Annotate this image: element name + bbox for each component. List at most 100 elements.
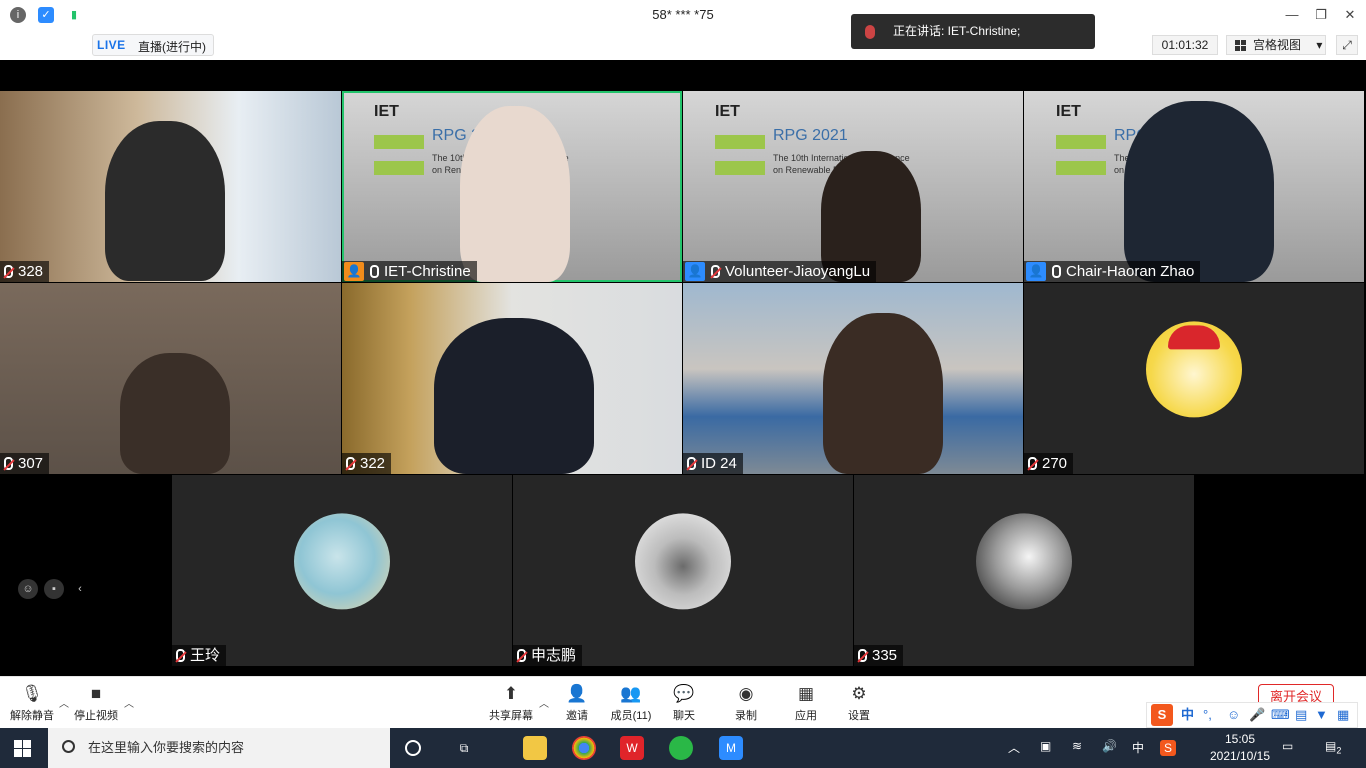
participant-video <box>105 121 225 281</box>
window-title: 58* *** *75 <box>652 7 714 22</box>
participant-name-label: 👤 Chair-Haoran Zhao <box>1024 261 1201 282</box>
file-explorer-icon[interactable] <box>523 736 547 760</box>
voice-icon[interactable]: 🎤 <box>1249 703 1265 727</box>
mic-muted-icon <box>687 457 696 470</box>
floating-controls: ☺ ▪ ‹ <box>14 575 94 603</box>
toolbox-icon[interactable]: ▦ <box>1337 703 1349 727</box>
view-switch-button[interactable]: 宫格视图 ▾ <box>1226 35 1326 55</box>
unmute-button[interactable]: 🎙 解除静音 <box>0 681 64 727</box>
avatar-tile[interactable]: 335 <box>854 475 1194 666</box>
speaking-text: 正在讲话: IET-Christine; <box>893 24 1021 38</box>
add-user-icon: 👤 <box>566 684 588 703</box>
slide-event: RPG 2021 <box>773 127 848 144</box>
participant-video <box>434 318 594 474</box>
mic-muted-icon <box>4 265 13 278</box>
search-icon <box>62 740 75 753</box>
video-tile[interactable]: ID 24 <box>683 283 1023 474</box>
avatar-tile[interactable]: 270 <box>1024 283 1364 474</box>
signal-icon[interactable]: ▮ <box>66 7 82 23</box>
avatar-tile[interactable]: 王玲 <box>172 475 512 666</box>
network-alert-icon[interactable]: ▣ <box>1040 739 1051 753</box>
cohost-icon: 👤 <box>1026 262 1046 281</box>
fullscreen-icon[interactable]: ⤢ <box>1336 35 1358 55</box>
participant-name-label: 申志鹏 <box>513 645 583 666</box>
record-button[interactable]: ◉ 录制 <box>714 681 778 727</box>
shield-icon[interactable]: ✓ <box>38 7 54 23</box>
mic-muted-icon <box>1028 457 1037 470</box>
users-icon: 👥 <box>620 684 642 703</box>
taskbar-search[interactable]: 在这里输入你要搜索的内容 <box>48 728 390 768</box>
mic-icon <box>370 265 379 278</box>
reaction-icon[interactable]: ☺ <box>18 579 38 599</box>
chevron-up-icon[interactable]: ︿ <box>1008 739 1020 756</box>
chevron-up-icon[interactable]: ︿ <box>124 695 134 710</box>
close-button[interactable]: ✕ <box>1335 4 1365 26</box>
avatar-tile[interactable]: 申志鹏 <box>513 475 853 666</box>
chrome-icon[interactable] <box>572 736 596 760</box>
ime-toolbar[interactable]: S 中 °, ☺ 🎤 ⌨ ▤ ▼ ▦ <box>1146 702 1358 728</box>
video-tile[interactable]: 322 <box>342 283 682 474</box>
cortana-icon[interactable] <box>405 740 421 756</box>
tencent-meeting-icon[interactable]: M <box>719 736 743 760</box>
shirt-icon[interactable]: ▼ <box>1315 703 1328 727</box>
sogou-icon[interactable]: S <box>1151 704 1173 726</box>
camera-icon: ■ <box>90 684 102 703</box>
maximize-button[interactable]: ❐ <box>1306 4 1336 26</box>
settings-button[interactable]: ⚙ 设置 <box>827 681 891 727</box>
mic-muted-icon <box>858 649 867 662</box>
participant-name-label: 328 <box>0 261 50 282</box>
wps-icon[interactable]: W <box>620 736 644 760</box>
slide-decoration <box>374 161 424 175</box>
video-tile[interactable]: 328 <box>0 91 341 282</box>
mic-icon <box>865 25 875 39</box>
slide-logo: IET <box>715 103 740 120</box>
apps-icon: ▦ <box>797 684 815 703</box>
slide-decoration <box>715 161 765 175</box>
participant-name-label: ID 24 <box>683 453 743 474</box>
action-center-icon[interactable]: ▤2 <box>1325 739 1341 755</box>
chat-button[interactable]: 💬 聊天 <box>652 681 716 727</box>
comment-icon[interactable]: ▪ <box>44 579 64 599</box>
participant-video <box>823 313 943 474</box>
wechat-icon[interactable] <box>669 736 693 760</box>
video-tile[interactable]: 307 <box>0 283 341 474</box>
volume-icon[interactable]: 🔊 <box>1102 739 1117 753</box>
share-screen-button[interactable]: ⬆ 共享屏幕 <box>479 681 543 727</box>
slide-logo: IET <box>374 103 399 120</box>
mic-muted-icon <box>517 649 526 662</box>
clock-time: 15:05 <box>1224 732 1256 746</box>
wifi-icon[interactable]: ≋ <box>1072 739 1082 753</box>
windows-start-icon[interactable] <box>14 740 31 757</box>
avatar <box>635 512 731 609</box>
punctuation-icon[interactable]: °, <box>1203 703 1212 727</box>
participant-name-label: 👤 Volunteer-JiaoyangLu <box>683 261 877 282</box>
video-tile[interactable]: IET RPG 2021 The 10th International Conf… <box>683 91 1023 282</box>
participant-name-label: 322 <box>342 453 392 474</box>
santa-hat-icon <box>1168 324 1220 349</box>
video-tile[interactable]: IET RPG 2021 The 10th International Conf… <box>1024 91 1364 282</box>
chat-icon: 💬 <box>673 684 695 703</box>
collapse-icon[interactable]: ‹ <box>70 579 90 599</box>
slide-decoration <box>715 135 765 149</box>
speaking-toast: 正在讲话: IET-Christine; <box>851 14 1095 49</box>
cohost-icon: 👤 <box>685 262 705 281</box>
skin-icon[interactable]: ▤ <box>1295 703 1307 727</box>
meeting-timer: 01:01:32 <box>1152 35 1218 55</box>
participant-name-label: 王玲 <box>172 645 227 666</box>
task-view-icon[interactable]: ⧉ <box>452 736 476 760</box>
info-icon[interactable]: i <box>10 7 26 23</box>
notification-icon[interactable]: ▭ <box>1282 739 1293 753</box>
stop-video-button[interactable]: ■ 停止视频 <box>64 681 128 727</box>
grid-icon <box>1235 40 1246 51</box>
slide-decoration <box>374 135 424 149</box>
participant-video <box>1124 101 1274 282</box>
minimize-button[interactable]: — <box>1277 4 1307 26</box>
search-placeholder: 在这里输入你要搜索的内容 <box>88 740 245 755</box>
keyboard-icon[interactable]: ⌨ <box>1271 703 1290 727</box>
emoji-icon[interactable]: ☺ <box>1227 703 1240 727</box>
ime-lang[interactable]: 中 <box>1181 703 1194 727</box>
input-lang[interactable]: 中 <box>1132 739 1144 756</box>
sogou-tray-icon[interactable]: S <box>1160 740 1176 756</box>
system-clock[interactable]: 15:05 2021/10/15 <box>1200 731 1280 765</box>
video-tile-active-speaker[interactable]: IET RPG 2021 The 10th International Conf… <box>342 91 682 282</box>
